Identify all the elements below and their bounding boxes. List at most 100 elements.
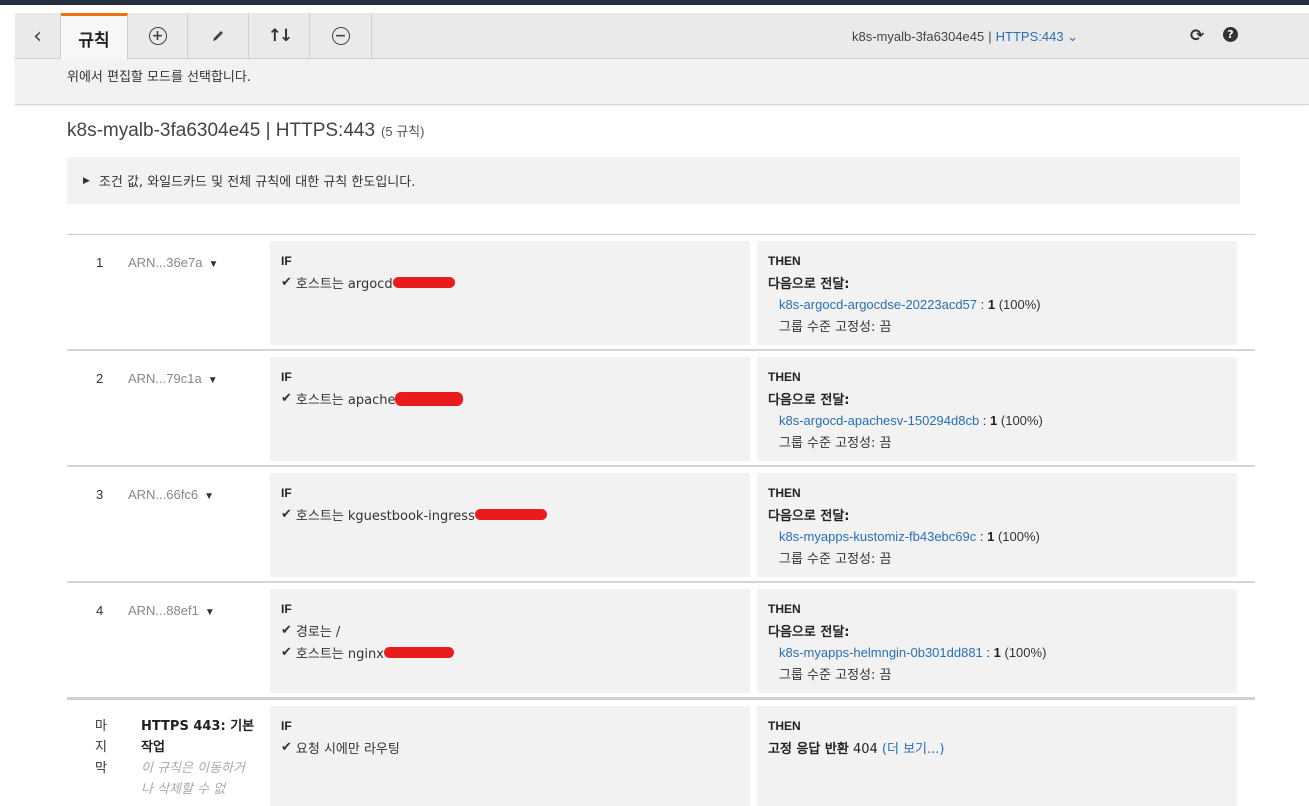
then-label: THEN bbox=[768, 719, 801, 733]
condition-text: 호스트는 argocd bbox=[295, 277, 393, 292]
listener-name: k8s-myalb-3fa6304e45 bbox=[852, 29, 985, 44]
reorder-arrows-icon: ↑↓ bbox=[267, 26, 293, 46]
then-label: THEN bbox=[768, 370, 801, 384]
if-label: IF bbox=[281, 486, 292, 500]
target-weight: 1 bbox=[987, 297, 996, 312]
rule-actions: THEN 다음으로 전달: k8s-argocd-argocdse-20223a… bbox=[757, 241, 1237, 345]
default-rule-title: HTTPS 443: 기본 작업 bbox=[141, 719, 255, 755]
checkmark-icon: ✔ bbox=[281, 740, 292, 755]
rule-count: (5 규칙) bbox=[381, 124, 425, 139]
default-rule-row: 마지막 HTTPS 443: 기본 작업 이 규칙은 이동하거나 삭제할 수 없… bbox=[67, 699, 1255, 806]
back-button[interactable]: ‹ bbox=[15, 13, 61, 59]
condition-text: 호스트는 nginx bbox=[295, 647, 384, 662]
chevron-left-icon: ‹ bbox=[33, 23, 42, 49]
caret-down-icon: ▼ bbox=[208, 259, 219, 270]
default-rule-conditions: IF ✔ 요청 시에만 라우팅 bbox=[270, 706, 750, 806]
listener-port: HTTPS:443 bbox=[995, 29, 1064, 44]
rule-number: 1 bbox=[96, 255, 104, 270]
rule-arn: ARN...88ef1 bbox=[128, 603, 199, 618]
minus-circle-icon: − bbox=[331, 27, 350, 45]
target-group-link[interactable]: k8s-myapps-helmngin-0b301dd881 bbox=[779, 645, 983, 660]
target-weight: 1 bbox=[990, 413, 998, 428]
rule-arn-dropdown[interactable]: ARN...36e7a ▼ bbox=[128, 255, 218, 270]
chevron-down-icon: ⌄ bbox=[1063, 29, 1079, 44]
condition-text: 요청 시에만 라우팅 bbox=[295, 742, 400, 757]
tab-rules[interactable]: 규칙 bbox=[61, 13, 128, 60]
caret-down-icon: ▼ bbox=[204, 607, 215, 618]
show-more-link[interactable]: (더 보기...) bbox=[882, 742, 945, 757]
rule-actions: THEN 다음으로 전달: k8s-myapps-helmngin-0b301d… bbox=[757, 589, 1237, 693]
reorder-rules-button[interactable]: ↑↓ bbox=[249, 13, 310, 59]
rule-row: 1 ARN...36e7a ▼ IF ✔ 호스트는 argocd THEN 다음으… bbox=[67, 235, 1255, 351]
default-rule-note: 이 규칙은 이동하거나 삭제할 수 없 bbox=[141, 761, 245, 797]
checkmark-icon: ✔ bbox=[281, 507, 292, 522]
condition-line: ✔ 경로는 / bbox=[281, 621, 739, 640]
caret-down-icon: ▼ bbox=[207, 375, 218, 386]
condition-line: ✔ 호스트는 argocd bbox=[281, 273, 739, 292]
condition-text: 경로는 / bbox=[295, 625, 341, 640]
target-group-line: k8s-myapps-kustomiz-fb43ebc69c : 1 (100%… bbox=[779, 529, 1040, 544]
listener-separator: | bbox=[988, 29, 992, 44]
delete-rules-button[interactable]: − bbox=[310, 13, 372, 59]
condition-line: ✔ 호스트는 apache bbox=[281, 389, 739, 408]
plus-circle-icon: + bbox=[148, 27, 167, 45]
help-icon[interactable]: ? bbox=[1223, 27, 1238, 42]
target-group-link[interactable]: k8s-argocd-argocdse-20223acd57 bbox=[779, 297, 977, 312]
rule-arn-dropdown[interactable]: ARN...79c1a ▼ bbox=[128, 371, 218, 386]
target-group-link[interactable]: k8s-argocd-apachesv-150294d8cb bbox=[779, 413, 979, 428]
if-label: IF bbox=[281, 602, 292, 616]
rule-conditions: IF ✔ 경로는 / ✔ 호스트는 nginx bbox=[270, 589, 750, 693]
condition-line: ✔ 호스트는 kguestbook-ingress bbox=[281, 505, 739, 524]
top-nav-bar bbox=[0, 0, 1309, 5]
default-rule-actions: THEN 고정 응답 반환 404 (더 보기...) bbox=[757, 706, 1237, 806]
refresh-icon[interactable]: ⟳ bbox=[1190, 26, 1204, 46]
fixed-response-label: 고정 응답 반환 bbox=[768, 742, 849, 757]
add-rule-button[interactable]: + bbox=[128, 13, 188, 59]
redaction-mark bbox=[392, 277, 455, 288]
stickiness-status: 그룹 수준 고정성: 끔 bbox=[779, 668, 892, 683]
target-weight-pct: (100%) bbox=[998, 297, 1041, 312]
then-label: THEN bbox=[768, 602, 801, 616]
condition-line: ✔ 요청 시에만 라우팅 bbox=[281, 738, 739, 757]
listener-selector[interactable]: k8s-myalb-3fa6304e45 | HTTPS:443 ⌄ bbox=[852, 29, 1078, 45]
rule-row: 3 ARN...66fc6 ▼ IF ✔ 호스트는 kguestbook-ingr… bbox=[67, 467, 1255, 583]
forward-label: 다음으로 전달: bbox=[768, 393, 850, 408]
condition-text: 호스트는 kguestbook-ingress bbox=[295, 509, 475, 524]
rule-arn-dropdown[interactable]: ARN...66fc6 ▼ bbox=[128, 487, 214, 502]
rule-conditions: IF ✔ 호스트는 argocd bbox=[270, 241, 750, 345]
rule-number: 3 bbox=[96, 487, 104, 502]
rule-arn-dropdown[interactable]: ARN...88ef1 ▼ bbox=[128, 603, 215, 618]
if-label: IF bbox=[281, 370, 292, 384]
checkmark-icon: ✔ bbox=[281, 275, 292, 290]
mode-hint: 위에서 편집할 모드를 선택합니다. bbox=[67, 70, 251, 85]
target-weight-pct: (100%) bbox=[1000, 413, 1043, 428]
target-group-line: k8s-myapps-helmngin-0b301dd881 : 1 (100%… bbox=[779, 645, 1047, 660]
caret-right-icon: ▶ bbox=[83, 175, 90, 186]
target-weight-pct: (100%) bbox=[997, 529, 1040, 544]
then-label: THEN bbox=[768, 486, 801, 500]
rule-limits-text: 조건 값, 와일드카드 및 전체 규칙에 대한 규칙 한도입니다. bbox=[98, 175, 416, 190]
stickiness-status: 그룹 수준 고정성: 끔 bbox=[779, 552, 892, 567]
condition-line: ✔ 호스트는 nginx bbox=[281, 643, 739, 662]
rule-actions: THEN 다음으로 전달: k8s-argocd-apachesv-150294… bbox=[757, 357, 1237, 461]
target-group-line: k8s-argocd-apachesv-150294d8cb : 1 (100%… bbox=[779, 413, 1043, 428]
if-label: IF bbox=[281, 254, 292, 268]
condition-text: 호스트는 apache bbox=[295, 393, 396, 408]
forward-label: 다음으로 전달: bbox=[768, 625, 850, 640]
target-group-link[interactable]: k8s-myapps-kustomiz-fb43ebc69c bbox=[779, 529, 976, 544]
target-group-line: k8s-argocd-argocdse-20223acd57 : 1 (100%… bbox=[779, 297, 1041, 312]
rule-conditions: IF ✔ 호스트는 apache bbox=[270, 357, 750, 461]
rules-toolbar: ‹ 규칙 + ↑↓ − k8s-myalb-3fa6304e45 | HTTPS:4… bbox=[15, 13, 1309, 60]
redaction-mark bbox=[474, 509, 547, 520]
rules-editor-header: ‹ 규칙 + ↑↓ − k8s-myalb-3fa6304e45 | HTTPS:4… bbox=[15, 13, 1309, 105]
if-label: IF bbox=[281, 719, 292, 733]
rule-limits-expander[interactable]: ▶ 조건 값, 와일드카드 및 전체 규칙에 대한 규칙 한도입니다. bbox=[67, 157, 1240, 204]
page-title: k8s-myalb-3fa6304e45 | HTTPS:443 (5 규칙) bbox=[67, 120, 424, 142]
fixed-response-code: 404 bbox=[852, 742, 878, 757]
forward-label: 다음으로 전달: bbox=[768, 277, 850, 292]
edit-rules-button[interactable] bbox=[188, 13, 249, 59]
redaction-mark bbox=[395, 391, 464, 406]
redaction-mark bbox=[383, 647, 454, 658]
stickiness-status: 그룹 수준 고정성: 끔 bbox=[779, 320, 892, 335]
then-label: THEN bbox=[768, 254, 801, 268]
